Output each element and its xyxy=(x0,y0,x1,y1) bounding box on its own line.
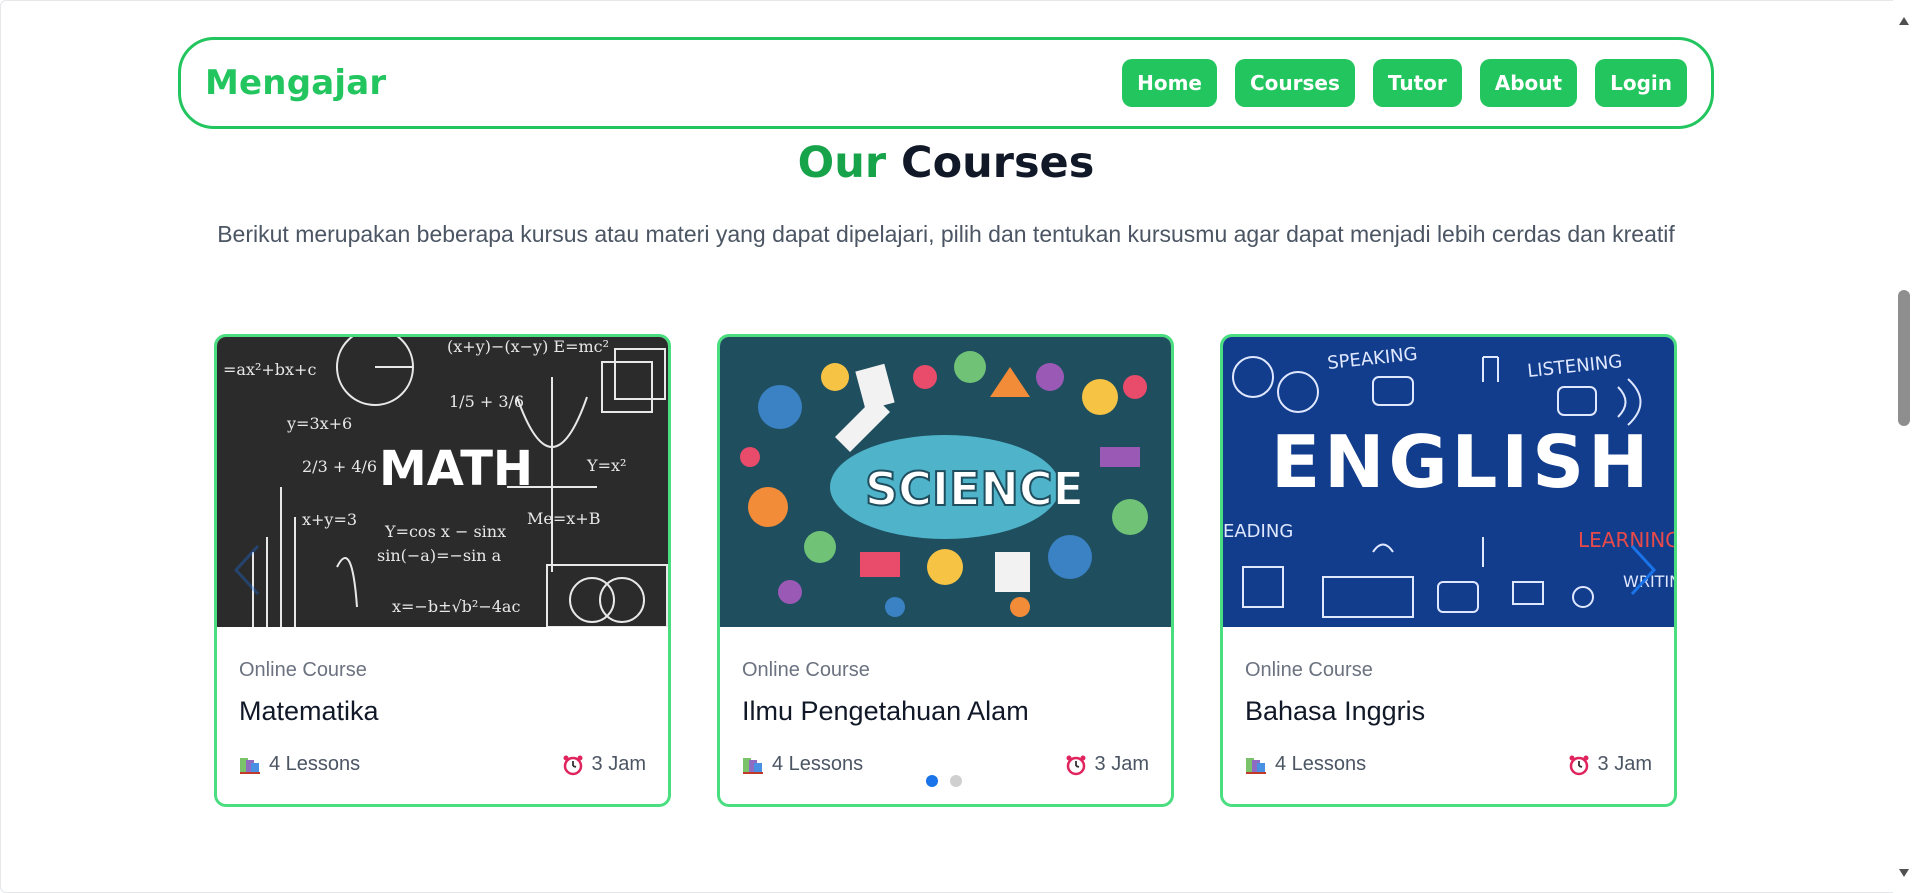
nav-home-button[interactable]: Home xyxy=(1122,59,1217,107)
science-image-label: SCIENCE xyxy=(865,462,1084,516)
course-card-ipa[interactable]: SCIENCE Online Course Ilmu Pengetahuan A… xyxy=(717,334,1174,807)
course-title[interactable]: Bahasa Inggris xyxy=(1245,696,1652,727)
course-kicker: Online Course xyxy=(1245,659,1373,681)
card-body: Online Course Ilmu Pengetahuan Alam 4 Le… xyxy=(720,659,1171,776)
math-image-label: MATH xyxy=(379,441,533,497)
english-doodle-image: SPEAKING LISTENING EADING LEARNING WRITI… xyxy=(1223,337,1674,627)
science-doodle-image: SCIENCE xyxy=(720,337,1171,627)
books-icon xyxy=(239,755,261,775)
svg-text:2/3 + 4/6: 2/3 + 4/6 xyxy=(302,457,377,476)
scroll-up-arrow-icon[interactable] xyxy=(1897,14,1911,28)
carousel-next-button[interactable] xyxy=(1622,540,1662,600)
pagination-dot-2[interactable] xyxy=(950,775,962,787)
svg-text:x=−b±√b²−4ac: x=−b±√b²−4ac xyxy=(392,597,520,616)
svg-text:1/5 + 3/6: 1/5 + 3/6 xyxy=(449,392,524,411)
alarm-clock-icon xyxy=(1065,754,1087,776)
lessons-count: 4 Lessons xyxy=(1275,753,1367,775)
navbar: Mengajar Home Courses Tutor About Login xyxy=(178,37,1714,129)
course-card-bahasa-inggris[interactable]: SPEAKING LISTENING EADING LEARNING WRITI… xyxy=(1220,334,1677,807)
english-image-label: ENGLISH xyxy=(1271,420,1652,504)
svg-text:x+y=3: x+y=3 xyxy=(302,510,357,529)
section-title-accent: Our xyxy=(797,138,887,188)
nav-links: Home Courses Tutor About Login xyxy=(1122,59,1687,107)
course-title[interactable]: Matematika xyxy=(239,696,646,727)
page-scrollbar[interactable] xyxy=(1893,0,1915,893)
chevron-right-icon xyxy=(1630,544,1657,596)
svg-text:Y=cos x − sinx: Y=cos x − sinx xyxy=(384,522,506,541)
carousel-pagination xyxy=(926,775,962,787)
card-body: Online Course Bahasa Inggris 4 Lessons 3… xyxy=(1223,659,1674,776)
svg-text:Me=x+B: Me=x+B xyxy=(527,509,600,528)
lessons-count: 4 Lessons xyxy=(269,753,361,775)
alarm-clock-icon xyxy=(1568,754,1590,776)
section-title: Our Courses xyxy=(0,138,1892,188)
course-meta: 4 Lessons 3 Jam xyxy=(239,753,646,776)
alarm-clock-icon xyxy=(562,754,584,776)
scrollbar-thumb[interactable] xyxy=(1898,290,1910,426)
course-card-matematika[interactable]: =ax²+bx+c y=3x+6 2/3 + 4/6 x+y=3 Y=cos x… xyxy=(214,334,671,807)
card-body: Online Course Matematika 4 Lessons 3 Jam xyxy=(217,659,668,776)
section-title-rest: Courses xyxy=(901,138,1095,188)
pagination-dot-1[interactable] xyxy=(926,775,938,787)
duration-info: 3 Jam xyxy=(1568,753,1652,776)
svg-text:EADING: EADING xyxy=(1223,521,1293,542)
duration-value: 3 Jam xyxy=(591,753,646,775)
lessons-info: 4 Lessons xyxy=(239,753,360,776)
nav-tutor-button[interactable]: Tutor xyxy=(1372,59,1462,107)
course-meta: 4 Lessons 3 Jam xyxy=(742,753,1149,776)
lessons-count: 4 Lessons xyxy=(772,753,864,775)
chevron-left-icon xyxy=(233,544,260,596)
duration-info: 3 Jam xyxy=(562,753,646,776)
nav-courses-button[interactable]: Courses xyxy=(1234,59,1355,107)
course-kicker: Online Course xyxy=(239,659,367,681)
course-meta: 4 Lessons 3 Jam xyxy=(1245,753,1652,776)
section-description: Berikut merupakan beberapa kursus atau m… xyxy=(217,221,1675,247)
course-kicker: Online Course xyxy=(742,659,870,681)
nav-about-button[interactable]: About xyxy=(1479,59,1578,107)
books-icon xyxy=(742,755,764,775)
brand-logo[interactable]: Mengajar xyxy=(205,63,386,103)
lessons-info: 4 Lessons xyxy=(742,753,863,776)
svg-text:(x+y)−(x−y) E=mc²: (x+y)−(x−y) E=mc² xyxy=(447,337,609,356)
carousel-prev-button[interactable] xyxy=(228,540,268,600)
duration-info: 3 Jam xyxy=(1065,753,1149,776)
duration-value: 3 Jam xyxy=(1597,753,1652,775)
lessons-info: 4 Lessons xyxy=(1245,753,1366,776)
duration-value: 3 Jam xyxy=(1094,753,1149,775)
math-chalkboard-image: =ax²+bx+c y=3x+6 2/3 + 4/6 x+y=3 Y=cos x… xyxy=(217,337,668,627)
nav-login-button[interactable]: Login xyxy=(1595,59,1687,107)
svg-text:Y=x²: Y=x² xyxy=(586,456,626,475)
scroll-down-arrow-icon[interactable] xyxy=(1897,866,1911,880)
svg-text:=ax²+bx+c: =ax²+bx+c xyxy=(223,360,316,379)
svg-text:y=3x+6: y=3x+6 xyxy=(286,414,352,433)
svg-text:sin(−a)=−sin a: sin(−a)=−sin a xyxy=(377,546,502,565)
course-title[interactable]: Ilmu Pengetahuan Alam xyxy=(742,696,1149,727)
books-icon xyxy=(1245,755,1267,775)
